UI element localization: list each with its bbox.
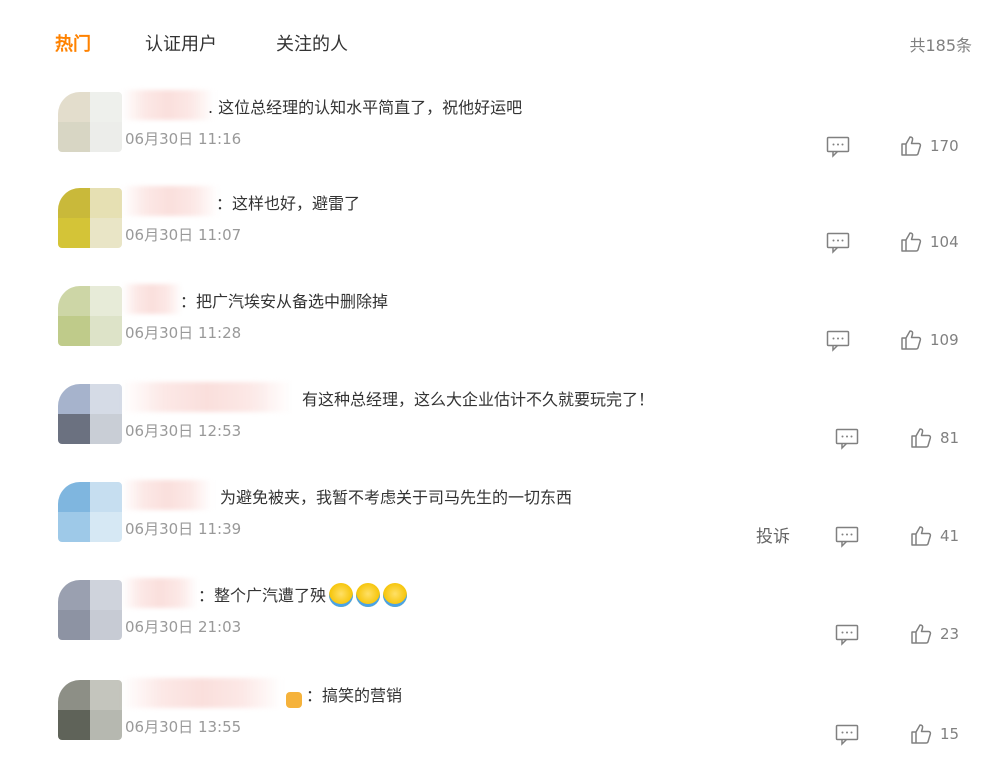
report-link[interactable]: 投诉 — [756, 522, 790, 547]
username-blurred[interactable] — [122, 382, 292, 412]
comment-item: ：搞笑的营销 06月30日 13:55 15 — [0, 676, 1000, 774]
like-button[interactable]: 170 — [900, 135, 959, 159]
like-icon — [901, 330, 922, 350]
like-button[interactable]: 109 — [900, 329, 959, 353]
like-count: 15 — [940, 725, 960, 743]
comment-time: 06月30日 13:55 — [125, 718, 242, 736]
comment-filter-tabs: 热门 认证用户 关注的人 共185条 — [0, 0, 1000, 88]
tab-following[interactable]: 关注的人 — [276, 30, 348, 56]
username-blurred[interactable] — [122, 480, 212, 510]
like-button[interactable]: 41 — [910, 525, 959, 549]
like-count: 104 — [930, 233, 959, 251]
username-blurred[interactable] — [122, 284, 182, 314]
avatar[interactable] — [58, 286, 122, 346]
comment-item: ：把广汽埃安从备选中删除掉 06月30日 11:28 109 — [0, 282, 1000, 380]
laughing-crying-emoji — [383, 582, 408, 607]
tab-hot[interactable]: 热门 — [55, 30, 91, 56]
comment-time: 06月30日 21:03 — [125, 618, 242, 636]
reply-icon[interactable] — [835, 724, 859, 746]
like-count: 170 — [930, 137, 959, 155]
tab-verified-users[interactable]: 认证用户 — [145, 30, 217, 56]
reply-icon[interactable] — [826, 330, 850, 352]
like-button[interactable]: 15 — [910, 723, 959, 747]
comment-text: ：这样也好，避雷了 — [216, 194, 361, 213]
username-blurred[interactable] — [122, 678, 282, 708]
comment-text: 有这种总经理，这么大企业估计不久就要玩完了！ — [302, 390, 655, 409]
like-icon — [911, 624, 932, 644]
comment-time: 06月30日 11:16 — [125, 130, 242, 148]
comment-time: 06月30日 11:07 — [125, 226, 242, 244]
comment-item: ：整个广汽遭了殃 06月30日 21:03 23 — [0, 576, 1000, 674]
like-count: 23 — [940, 625, 960, 643]
comment-time: 06月30日 11:39 — [125, 520, 242, 538]
reply-icon[interactable] — [835, 428, 859, 450]
avatar[interactable] — [58, 580, 122, 640]
comment-text: . 这位总经理的认知水平简直了，祝他好运吧 — [208, 98, 523, 117]
like-icon — [911, 526, 932, 546]
like-icon — [901, 232, 922, 252]
username-blurred[interactable] — [122, 90, 214, 120]
laughing-crying-emoji — [356, 582, 381, 607]
comment-item: ：这样也好，避雷了 06月30日 11:07 104 — [0, 184, 1000, 282]
username-blurred[interactable] — [122, 578, 198, 608]
comment-time: 06月30日 11:28 — [125, 324, 242, 342]
comment-text: 为避免被夹，我暂不考虑关于司马先生的一切东西 — [220, 488, 573, 507]
like-button[interactable]: 23 — [910, 623, 959, 647]
like-icon — [911, 724, 932, 744]
reply-icon[interactable] — [826, 136, 850, 158]
like-icon — [911, 428, 932, 448]
reply-icon[interactable] — [835, 526, 859, 548]
like-icon — [901, 136, 922, 156]
comment-total-count: 共185条 — [909, 36, 972, 55]
comment-time: 06月30日 12:53 — [125, 422, 242, 440]
comment-text: ：整个广汽遭了殃 — [198, 582, 408, 609]
comment-item: 有这种总经理，这么大企业估计不久就要玩完了！ 06月30日 12:53 81 — [0, 380, 1000, 478]
comment-text: ：把广汽埃安从备选中删除掉 — [180, 292, 389, 311]
like-count: 109 — [930, 331, 959, 349]
like-button[interactable]: 104 — [900, 231, 959, 255]
like-button[interactable]: 81 — [910, 427, 959, 451]
avatar[interactable] — [58, 482, 122, 542]
reply-icon[interactable] — [826, 232, 850, 254]
comment-text: ：搞笑的营销 — [306, 686, 403, 705]
user-badge-icon — [286, 692, 302, 708]
avatar[interactable] — [58, 188, 122, 248]
avatar[interactable] — [58, 92, 122, 152]
laughing-crying-emoji — [329, 582, 354, 607]
comment-item: 为避免被夹，我暂不考虑关于司马先生的一切东西 06月30日 11:39 投诉 4… — [0, 478, 1000, 576]
avatar[interactable] — [58, 384, 122, 444]
comment-item: . 这位总经理的认知水平简直了，祝他好运吧 06月30日 11:16 170 — [0, 88, 1000, 186]
reply-icon[interactable] — [835, 624, 859, 646]
username-blurred[interactable] — [122, 186, 218, 216]
like-count: 81 — [940, 429, 960, 447]
like-count: 41 — [940, 527, 960, 545]
avatar[interactable] — [58, 680, 122, 740]
